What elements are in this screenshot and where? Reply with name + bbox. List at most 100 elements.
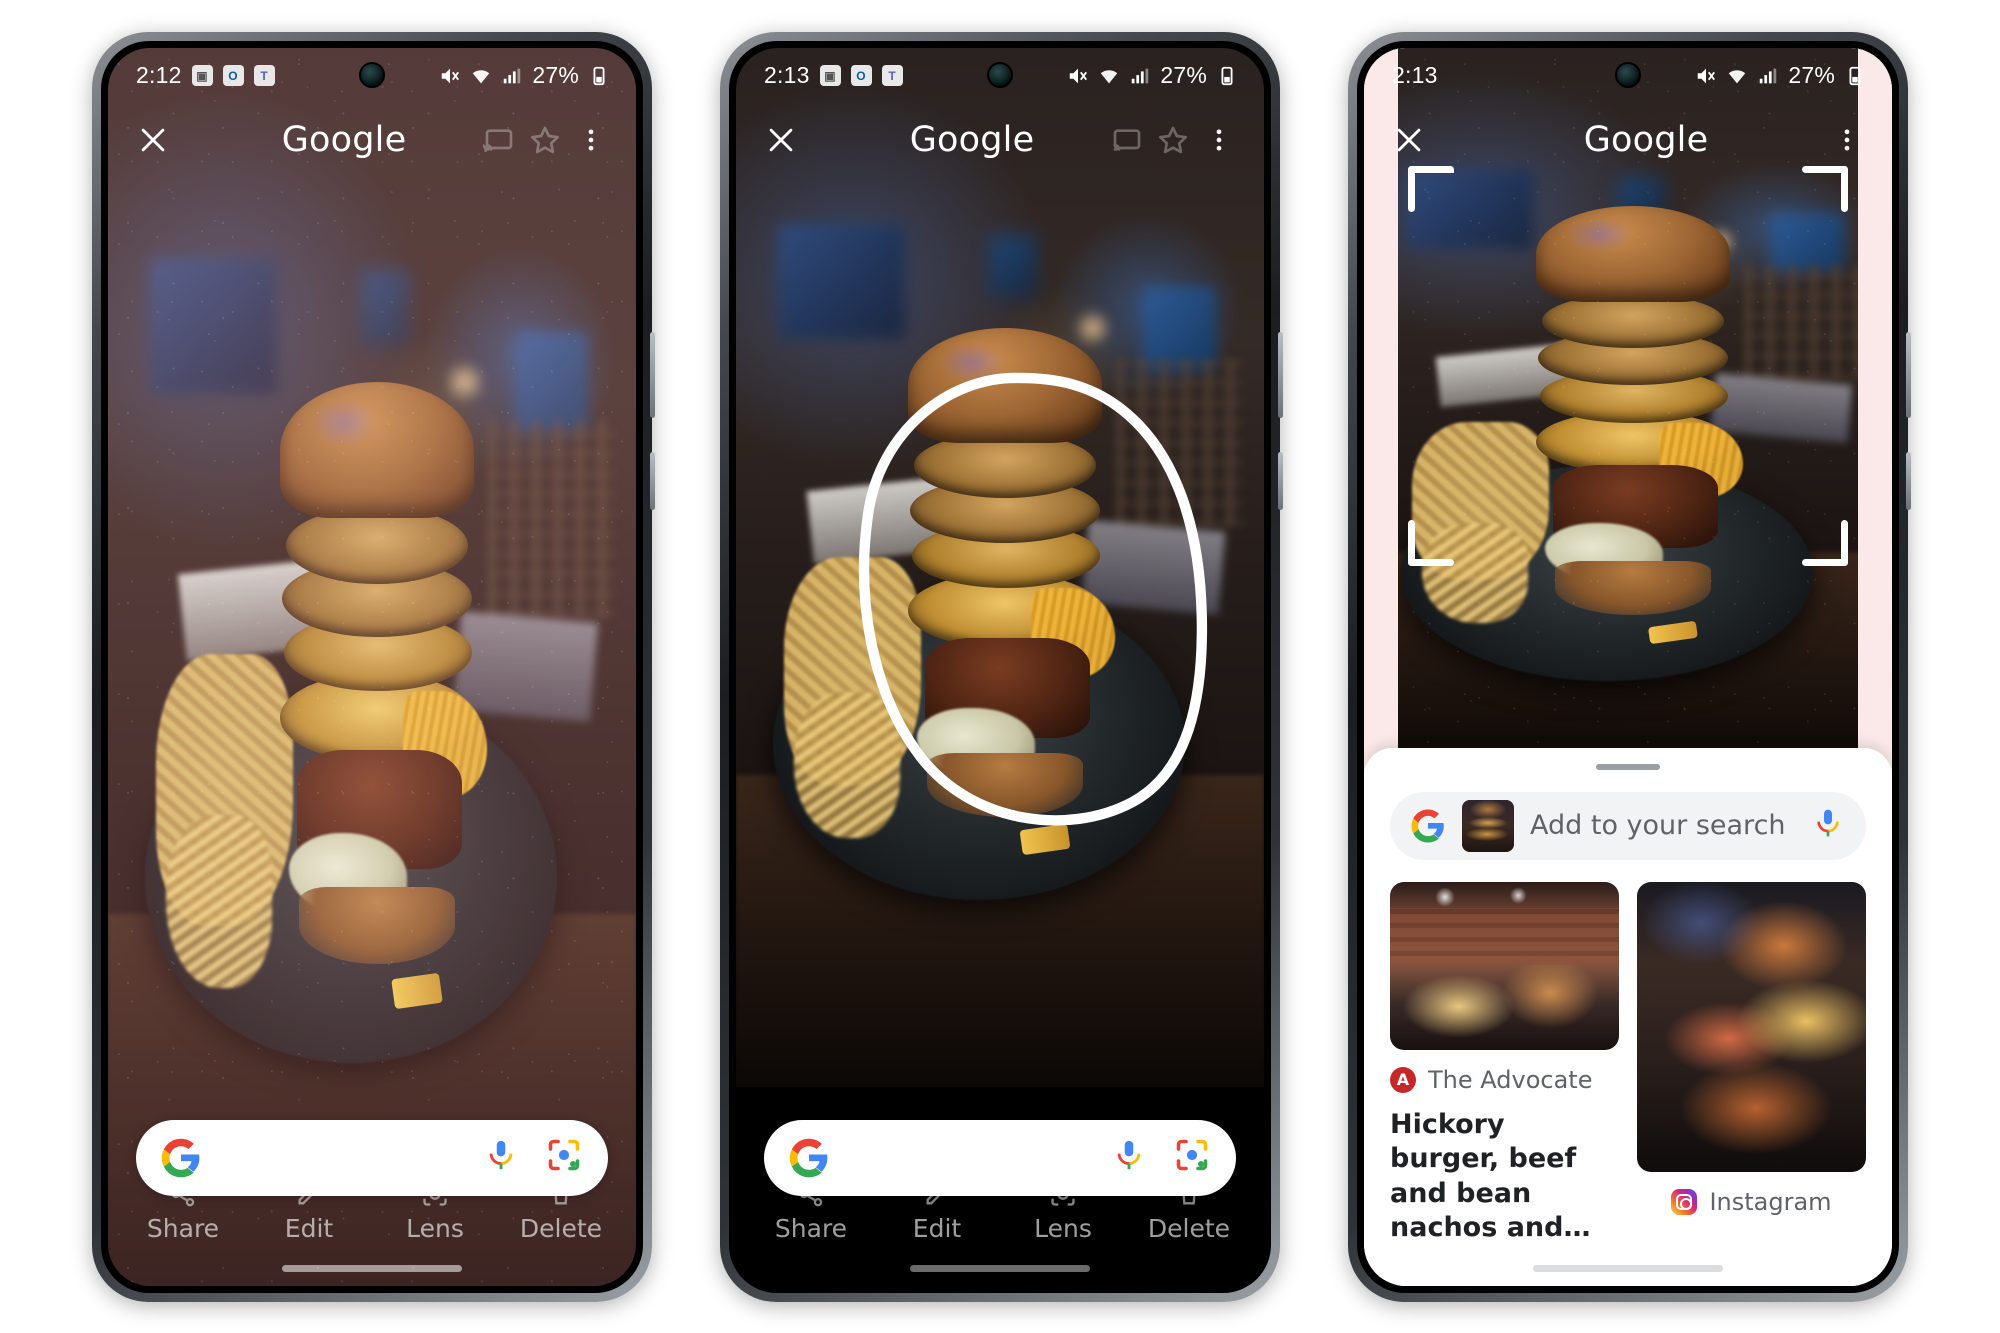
app-bar: Google <box>108 104 636 176</box>
battery-percent-label: 27% <box>532 62 579 88</box>
google-search-bar[interactable] <box>136 1119 608 1196</box>
overflow-menu-icon[interactable] <box>568 117 614 163</box>
volume-button[interactable] <box>1906 331 1911 418</box>
power-button[interactable] <box>1906 451 1911 510</box>
status-time: 2:13 <box>1392 62 1438 88</box>
action-delete-label: Delete <box>1147 1213 1231 1243</box>
cast-icon[interactable] <box>476 117 522 163</box>
outlook-icon: O <box>850 65 872 86</box>
phone-2-bezel: 2:13 ▣ O T 27% Google Share Edit Lens De… <box>729 40 1271 1293</box>
outlook-icon: O <box>222 65 244 86</box>
google-search-bar[interactable] <box>764 1119 1236 1196</box>
lens-camera-icon[interactable] <box>546 1137 582 1178</box>
phone-1-screen: 2:12 ▣ O T 27% Google Share Edit Lens De… <box>108 47 636 1286</box>
selected-image-thumbnail[interactable] <box>1462 799 1514 852</box>
result-image[interactable] <box>1390 881 1619 1050</box>
close-icon[interactable] <box>1386 117 1432 163</box>
front-camera-punch-hole <box>1615 61 1641 88</box>
app-bar: Google <box>736 104 1264 176</box>
action-edit-label: Edit <box>912 1213 962 1243</box>
teams-icon: T <box>253 65 275 86</box>
overflow-menu-icon[interactable] <box>1196 117 1242 163</box>
front-camera-punch-hole <box>359 61 385 88</box>
battery-icon <box>1849 66 1861 85</box>
wifi-6e-icon <box>1101 69 1118 83</box>
close-icon[interactable] <box>130 117 176 163</box>
gesture-nav-handle[interactable] <box>1533 1264 1723 1272</box>
volume-button[interactable] <box>1278 331 1283 418</box>
photos-icon: ▣ <box>191 65 213 86</box>
photo-grain-overlay <box>108 47 636 1286</box>
cast-icon[interactable] <box>1104 117 1150 163</box>
wifi-6e-icon <box>473 69 490 83</box>
result-source-name: Instagram <box>1709 1187 1832 1216</box>
lens-results-sheet: Add to your search A The Advocate Hickor… <box>1364 747 1892 1286</box>
visual-results-grid: A The Advocate Hickory burger, beef and … <box>1364 860 1892 1246</box>
overflow-menu-icon[interactable] <box>1824 117 1870 163</box>
power-button[interactable] <box>1278 451 1283 510</box>
result-source: A The Advocate <box>1390 1066 1619 1094</box>
phone-3: 2:13 27% Google Add to your search A The… <box>1348 31 1911 1302</box>
phone-3-bezel: 2:13 27% Google Add to your search A The… <box>1357 40 1899 1293</box>
gesture-nav-handle[interactable] <box>910 1264 1090 1272</box>
crop-corner-bottom-left[interactable] <box>1408 519 1454 566</box>
crop-selection-frame[interactable] <box>1408 165 1848 566</box>
app-bar: Google <box>1364 104 1892 176</box>
phone-2: 2:13 ▣ O T 27% Google Share Edit Lens De… <box>720 31 1283 1302</box>
result-title[interactable]: Hickory burger, beef and bean nachos and… <box>1390 1108 1619 1246</box>
battery-percent-label: 27% <box>1788 62 1835 88</box>
star-icon[interactable] <box>1150 117 1196 163</box>
photo-viewer[interactable] <box>736 47 1264 1286</box>
result-image[interactable] <box>1637 881 1866 1172</box>
phone-mockup-row: 2:12 ▣ O T 27% Google Share Edit Lens De… <box>0 0 2000 1333</box>
close-icon[interactable] <box>758 117 804 163</box>
instagram-icon <box>1671 1188 1698 1215</box>
photo-viewer[interactable] <box>108 47 636 1286</box>
mic-icon[interactable] <box>1112 1138 1146 1177</box>
page-title: Google <box>1583 119 1709 160</box>
bottom-controls: Share Edit Lens Delete <box>108 1119 636 1286</box>
battery-icon <box>1221 66 1233 85</box>
star-icon[interactable] <box>522 117 568 163</box>
crop-corner-bottom-right[interactable] <box>1802 519 1848 566</box>
result-card[interactable]: A The Advocate Hickory burger, beef and … <box>1390 881 1619 1246</box>
mute-icon <box>1070 68 1088 83</box>
action-lens-label: Lens <box>406 1213 464 1243</box>
phone-2-screen: 2:13 ▣ O T 27% Google Share Edit Lens De… <box>736 47 1264 1286</box>
status-time: 2:12 <box>136 62 182 88</box>
front-camera-punch-hole <box>987 61 1013 88</box>
photos-icon: ▣ <box>819 65 841 86</box>
teams-icon: T <box>881 65 903 86</box>
signal-bars-icon <box>504 68 521 83</box>
action-share-label: Share <box>774 1213 848 1243</box>
mute-icon <box>442 68 460 83</box>
phone-1-bezel: 2:12 ▣ O T 27% Google Share Edit Lens De… <box>101 40 643 1293</box>
sheet-drag-handle[interactable] <box>1596 763 1660 770</box>
result-source-name: The Advocate <box>1428 1065 1593 1094</box>
add-to-search-placeholder: Add to your search <box>1530 810 1786 841</box>
power-button[interactable] <box>650 451 655 510</box>
google-g-icon <box>161 1138 200 1177</box>
status-time: 2:13 <box>764 62 810 88</box>
mute-icon <box>1698 68 1716 83</box>
lens-camera-icon[interactable] <box>1174 1137 1210 1178</box>
signal-bars-icon <box>1760 68 1777 83</box>
mic-icon[interactable] <box>1812 807 1844 844</box>
action-lens-label: Lens <box>1034 1213 1092 1243</box>
action-edit-label: Edit <box>284 1213 334 1243</box>
wifi-6e-icon <box>1729 69 1746 83</box>
page-title: Google <box>281 119 407 160</box>
signal-bars-icon <box>1132 68 1149 83</box>
bottom-controls: Share Edit Lens Delete <box>736 1119 1264 1286</box>
gesture-nav-handle[interactable] <box>282 1264 462 1272</box>
google-g-icon <box>1411 809 1444 842</box>
result-card[interactable]: Instagram <box>1637 881 1866 1246</box>
phone-1: 2:12 ▣ O T 27% Google Share Edit Lens De… <box>92 31 655 1302</box>
add-to-search-bar[interactable]: Add to your search <box>1390 791 1866 860</box>
volume-button[interactable] <box>650 331 655 418</box>
battery-icon <box>593 66 605 85</box>
mic-icon[interactable] <box>484 1138 518 1177</box>
phone-3-screen: 2:13 27% Google Add to your search A The… <box>1364 47 1892 1286</box>
page-title: Google <box>909 119 1035 160</box>
action-delete-label: Delete <box>519 1213 603 1243</box>
